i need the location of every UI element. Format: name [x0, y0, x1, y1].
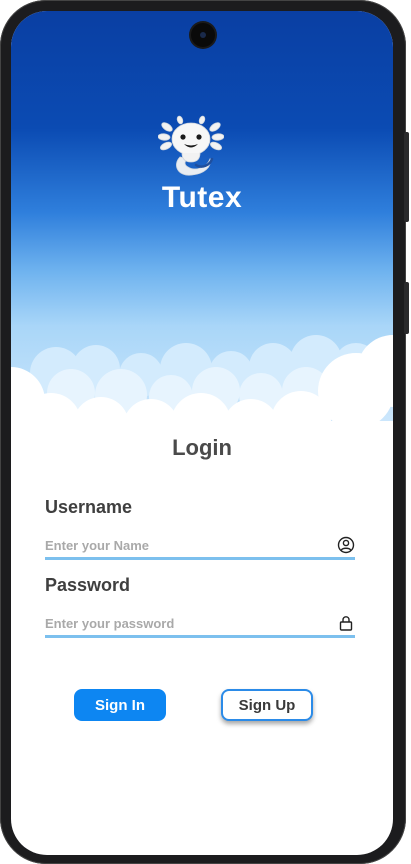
- user-circle-icon[interactable]: [337, 536, 355, 554]
- side-button-power: [404, 132, 409, 222]
- username-input[interactable]: [45, 535, 330, 555]
- sign-in-button[interactable]: Sign In: [74, 689, 166, 721]
- password-label: Password: [45, 575, 131, 595]
- password-input[interactable]: [45, 613, 330, 633]
- lock-icon: [339, 616, 353, 631]
- login-title: Login: [172, 435, 232, 460]
- username-field-container: [45, 535, 355, 560]
- cloud-divider: [11, 335, 393, 441]
- sign-up-button[interactable]: Sign Up: [221, 689, 313, 721]
- brand-name: Tutex: [161, 181, 243, 214]
- app-screen: Tutex Login Username Enter your Name Pas…: [11, 11, 393, 855]
- front-camera: [191, 23, 215, 47]
- axolotl-icon: [158, 115, 224, 176]
- password-field-container: [45, 613, 355, 638]
- username-label: Username: [45, 497, 133, 517]
- side-button-volume: [404, 282, 409, 334]
- phone-frame: Tutex Login Username Enter your Name Pas…: [0, 0, 409, 864]
